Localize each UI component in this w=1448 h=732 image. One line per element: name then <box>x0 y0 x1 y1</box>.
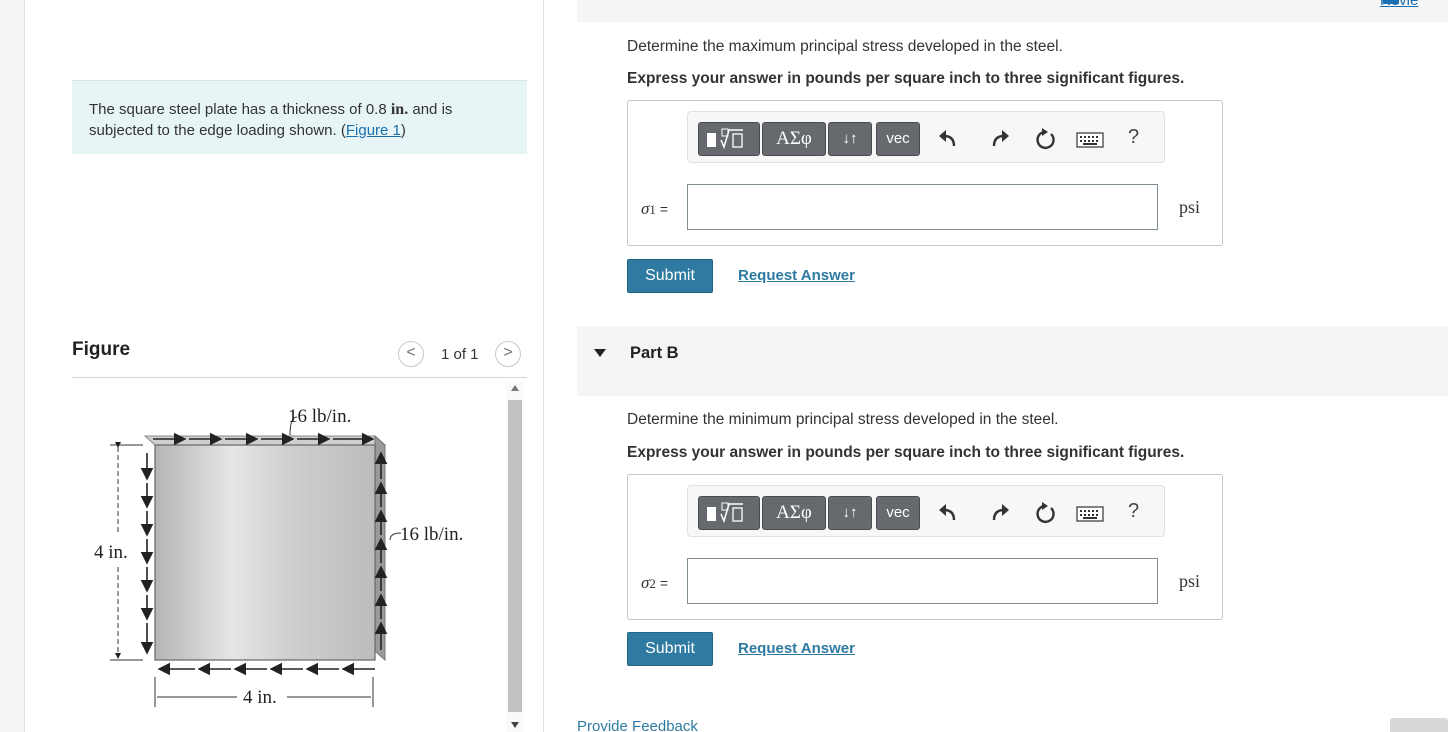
previous-figure-button[interactable]: < <box>398 341 424 367</box>
bottom-dimension-label: 4 in. <box>243 687 277 708</box>
problem-text-after: ) <box>400 122 406 139</box>
redo-icon[interactable] <box>984 500 1012 528</box>
steel-plate-figure: 16 lb/in. 16 lb/in. 4 in. 4 in. <box>94 406 463 708</box>
templates-icon <box>707 128 743 150</box>
part-b-title: Part B <box>630 344 679 362</box>
equals-sign: = <box>659 201 669 217</box>
unit-psi-label: psi <box>1179 197 1201 217</box>
right-load-label: 16 lb/in. <box>400 524 463 545</box>
greek-symbols-button[interactable]: ΑΣφ <box>762 496 826 530</box>
sigma-2-input[interactable] <box>687 558 1158 604</box>
part-a-instruction: Express your answer in pounds per square… <box>627 70 1185 87</box>
part-a-request-answer-link[interactable]: Request Answer <box>738 267 855 284</box>
part-a-submit-button[interactable]: Submit <box>627 259 713 293</box>
part-b-answer-box: ΑΣφ ↓↑ vec ? σ2 = psi <box>627 474 1223 620</box>
help-icon[interactable]: ? <box>1128 500 1139 523</box>
sigma-1-input[interactable] <box>687 184 1158 230</box>
figure-scrollbar-thumb[interactable] <box>508 400 522 712</box>
thickness-unit: in. <box>390 101 409 118</box>
math-toolbar: ΑΣφ ↓↑ vec ? <box>687 485 1165 537</box>
review-link[interactable]: Revie <box>1380 0 1418 9</box>
equals-sign: = <box>659 575 669 591</box>
templates-icon <box>707 502 743 524</box>
part-a-answer-box: ΑΣφ ↓↑ vec ? σ1 = psi <box>627 100 1223 246</box>
reset-icon[interactable] <box>1030 126 1058 154</box>
scroll-up-arrow-icon[interactable] <box>511 385 519 391</box>
arrows-button[interactable]: ↓↑ <box>828 122 872 156</box>
arrows-button[interactable]: ↓↑ <box>828 496 872 530</box>
sigma-1-label: σ1 = <box>641 199 668 219</box>
chevron-right-icon: > <box>503 344 513 361</box>
chevron-left-icon: < <box>406 344 416 361</box>
vector-button[interactable]: vec <box>876 496 920 530</box>
figure-header: Figure < 1 of 1 > <box>72 336 527 378</box>
part-a-question: Determine the maximum principal stress d… <box>627 38 1063 55</box>
greek-symbols-button[interactable]: ΑΣφ <box>762 122 826 156</box>
keyboard-icon[interactable] <box>1076 126 1104 154</box>
keyboard-icon[interactable] <box>1076 500 1104 528</box>
sigma-subscript: 1 <box>649 202 656 217</box>
math-toolbar: ΑΣφ ↓↑ vec ? <box>687 111 1165 163</box>
sigma-subscript: 2 <box>649 576 656 591</box>
redo-icon[interactable] <box>984 126 1012 154</box>
scroll-down-arrow-icon[interactable] <box>511 722 519 728</box>
part-b-header[interactable]: Part B <box>577 326 1448 396</box>
figure-title: Figure <box>72 339 131 360</box>
sigma-2-label: σ2 = <box>641 573 668 593</box>
next-figure-button[interactable]: > <box>495 341 521 367</box>
undo-icon[interactable] <box>936 126 964 154</box>
unit-psi-label: psi <box>1179 571 1201 591</box>
part-b-question: Determine the minimum principal stress d… <box>627 411 1059 428</box>
top-load-label: 16 lb/in. <box>288 406 351 427</box>
left-dimension-label: 4 in. <box>94 542 128 563</box>
part-b-request-answer-link[interactable]: Request Answer <box>738 640 855 657</box>
vector-button[interactable]: vec <box>876 122 920 156</box>
part-a-header-strip <box>577 0 1448 22</box>
problem-statement: The square steel plate has a thickness o… <box>72 80 527 154</box>
part-b-submit-button[interactable]: Submit <box>627 632 713 666</box>
caret-down-icon[interactable] <box>594 349 606 357</box>
undo-icon[interactable] <box>936 500 964 528</box>
steel-plate <box>143 434 387 662</box>
help-icon[interactable]: ? <box>1128 126 1139 149</box>
provide-feedback-link[interactable]: Provide Feedback <box>577 718 698 732</box>
templates-button[interactable] <box>698 496 760 530</box>
figure-link[interactable]: Figure 1 <box>346 122 401 139</box>
column-divider <box>543 0 544 732</box>
left-edge-strip <box>0 0 25 732</box>
next-button[interactable] <box>1390 718 1448 732</box>
templates-button[interactable] <box>698 122 760 156</box>
part-b-instruction: Express your answer in pounds per square… <box>627 444 1185 461</box>
figure-pager-text: 1 of 1 <box>441 346 479 363</box>
reset-icon[interactable] <box>1030 500 1058 528</box>
problem-text-before: The square steel plate has a thickness o… <box>89 101 391 118</box>
